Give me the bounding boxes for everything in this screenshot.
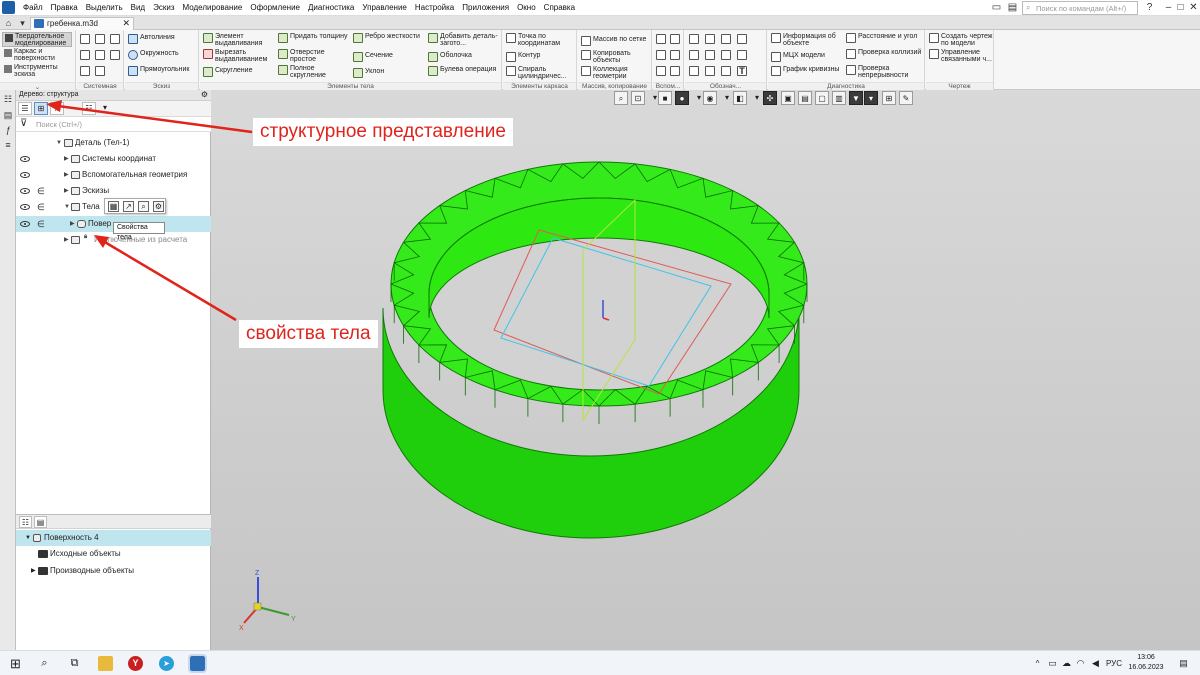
windows-start-icon[interactable]: ⊞ [8,656,23,671]
language-indicator[interactable]: РУС [1104,656,1124,671]
volume-icon[interactable]: ◀ [1088,656,1103,671]
notifications-icon[interactable]: ▤ [1176,656,1191,671]
clock[interactable]: 13:06 16.06.2023 [1126,653,1166,675]
telegram-icon[interactable]: ➤ [159,656,174,671]
cloud-icon[interactable]: ☁ [1059,656,1074,671]
chevron-up-icon[interactable]: ^ [1030,656,1045,671]
file-explorer-icon[interactable] [98,656,113,671]
search-icon[interactable]: ⌕ [37,656,52,671]
task-view-icon[interactable]: ⧉ [67,656,82,671]
annotation-structure-view: структурное представление [253,118,513,146]
annotation-body-properties: свойства тела [239,320,378,348]
wifi-icon[interactable]: ◠ [1073,656,1088,671]
arrow-structure-view [57,104,253,134]
arrowhead-structure-view [46,100,62,112]
arrowhead-body-properties [94,235,109,248]
yandex-browser-icon[interactable]: Y [128,656,143,671]
windows-taskbar: ⊞ ⌕ ⧉ Y ➤ ^ ▭ ☁ ◠ ◀ РУС 13:06 16.06.2023… [0,650,1200,675]
network-icon[interactable]: ▭ [1045,656,1060,671]
kompas-app-icon[interactable] [188,654,207,673]
arrow-body-properties [102,239,237,322]
annotation-arrows [46,100,253,322]
